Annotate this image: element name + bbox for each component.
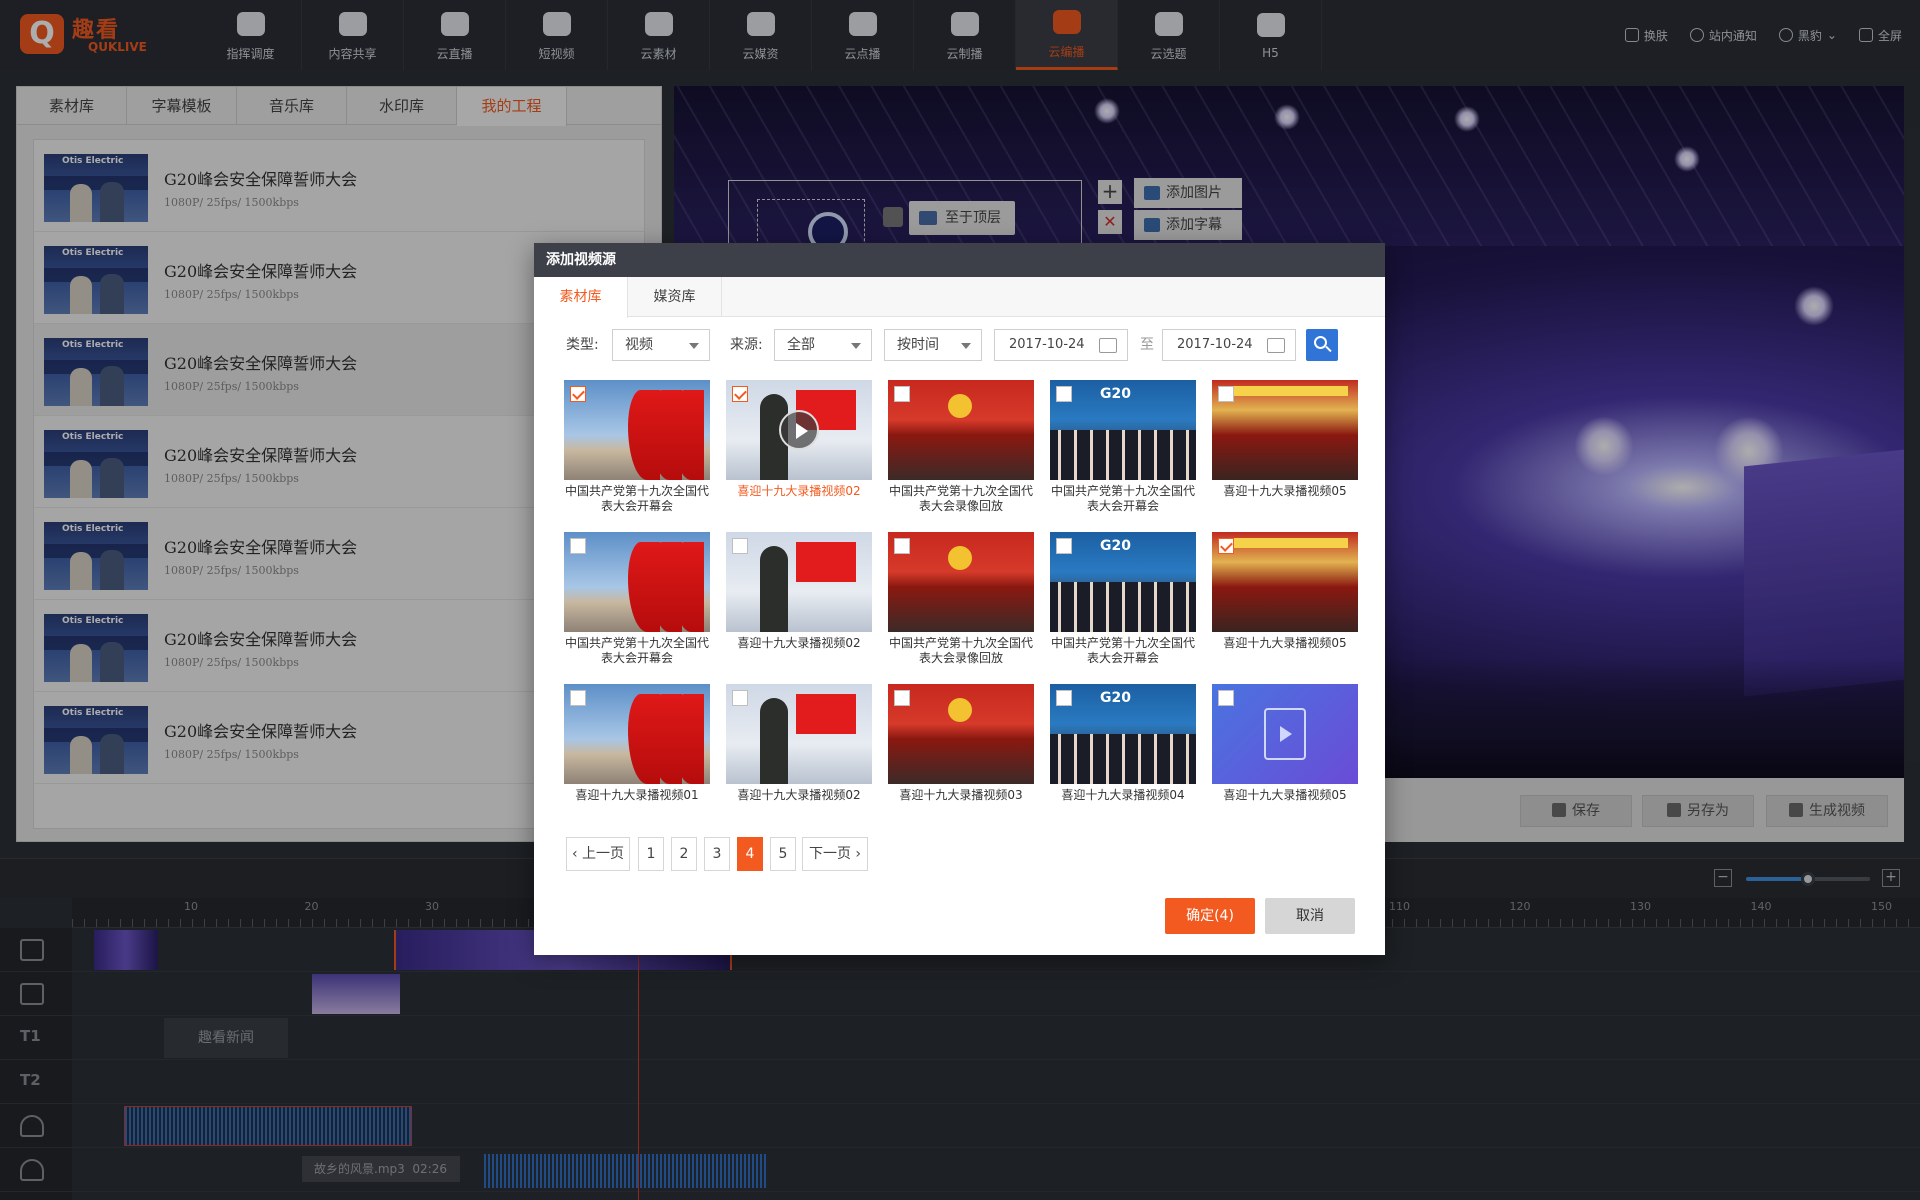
page-button[interactable]: 4 — [737, 837, 763, 871]
media-item-label: 中国共产党第十九次全国代表大会开幕会 — [564, 484, 709, 513]
media-item-checkbox[interactable] — [894, 690, 910, 706]
next-page-label: 下一页 — [808, 846, 851, 862]
media-item[interactable]: 喜迎十九大录播视频02 — [726, 684, 872, 832]
next-page-button[interactable]: 下一页 › — [802, 837, 868, 871]
media-item[interactable]: G20 喜迎十九大录播视频04 — [1050, 684, 1196, 832]
media-item-checkbox[interactable] — [732, 386, 748, 402]
media-item[interactable]: 喜迎十九大录播视频02 — [726, 532, 872, 680]
media-item[interactable]: 喜迎十九大录播视频05 — [1212, 380, 1358, 528]
page-button[interactable]: 5 — [770, 837, 796, 871]
type-select-value: 视频 — [625, 337, 653, 353]
date-from-value: 2017-10-24 — [1009, 337, 1085, 352]
source-select-value: 全部 — [787, 337, 815, 353]
media-item-label: 中国共产党第十九次全国代表大会开幕会 — [1050, 636, 1195, 665]
media-item-checkbox[interactable] — [732, 690, 748, 706]
date-from-input[interactable]: 2017-10-24 — [994, 329, 1128, 361]
media-item-checkbox[interactable] — [1218, 386, 1234, 402]
media-item-label: 喜迎十九大录播视频05 — [1223, 788, 1347, 802]
play-icon[interactable] — [779, 410, 819, 450]
confirm-button[interactable]: 确定(4) — [1165, 898, 1255, 934]
date-to-value: 2017-10-24 — [1177, 337, 1253, 352]
date-range-separator: 至 — [1140, 337, 1154, 353]
media-item-label: 喜迎十九大录播视频01 — [575, 788, 699, 802]
caret-down-icon — [961, 343, 971, 349]
source-select[interactable]: 全部 — [774, 329, 872, 361]
media-item[interactable]: G20 中国共产党第十九次全国代表大会开幕会 — [1050, 532, 1196, 680]
prev-page-label: 上一页 — [582, 846, 625, 862]
prev-page-button[interactable]: ‹ 上一页 — [566, 837, 630, 871]
media-item-checkbox[interactable] — [894, 538, 910, 554]
media-item-label: 中国共产党第十九次全国代表大会录像回放 — [888, 636, 1033, 665]
media-item[interactable]: 喜迎十九大录播视频05 — [1212, 684, 1358, 832]
media-item[interactable]: 喜迎十九大录播视频01 — [564, 684, 710, 832]
media-item-checkbox[interactable] — [1218, 538, 1234, 554]
page-button[interactable]: 2 — [671, 837, 697, 871]
media-item-checkbox[interactable] — [570, 386, 586, 402]
video-file-icon — [1264, 708, 1306, 760]
media-item-label: 中国共产党第十九次全国代表大会开幕会 — [564, 636, 709, 665]
media-item-checkbox[interactable] — [570, 538, 586, 554]
media-item-checkbox[interactable] — [1056, 386, 1072, 402]
media-item-label: 喜迎十九大录播视频02 — [737, 636, 861, 650]
sort-select[interactable]: 按时间 — [884, 329, 982, 361]
dialog-tabs: 素材库 媒资库 — [534, 277, 1385, 318]
media-item[interactable]: 喜迎十九大录播视频03 — [888, 684, 1034, 832]
media-item-label: 喜迎十九大录播视频05 — [1223, 484, 1347, 498]
media-item[interactable]: 中国共产党第十九次全国代表大会开幕会 — [564, 380, 710, 528]
filter-bar: 类型: 视频 来源: 全部 按时间 2017-10-24 至 2017-10-2… — [534, 329, 1385, 361]
media-item[interactable]: 中国共产党第十九次全国代表大会开幕会 — [564, 532, 710, 680]
media-item[interactable]: G20 中国共产党第十九次全国代表大会开幕会 — [1050, 380, 1196, 528]
media-item-checkbox[interactable] — [1218, 690, 1234, 706]
chevron-left-icon: ‹ — [571, 846, 583, 862]
media-item-label: 喜迎十九大录播视频02 — [737, 788, 861, 802]
media-item[interactable]: 喜迎十九大录播视频02 — [726, 380, 872, 528]
dialog-tab-1[interactable]: 媒资库 — [628, 277, 722, 317]
sort-select-value: 按时间 — [897, 337, 939, 353]
type-select[interactable]: 视频 — [612, 329, 710, 361]
page-button[interactable]: 3 — [704, 837, 730, 871]
media-item-label: 喜迎十九大录播视频03 — [899, 788, 1023, 802]
media-item-label: 喜迎十九大录播视频02 — [737, 484, 861, 498]
search-button[interactable] — [1306, 329, 1338, 361]
media-item-label: 中国共产党第十九次全国代表大会录像回放 — [888, 484, 1033, 513]
page-button[interactable]: 1 — [638, 837, 664, 871]
media-item[interactable]: 喜迎十九大录播视频05 — [1212, 532, 1358, 680]
dialog-title: 添加视频源 — [534, 243, 1385, 277]
type-label: 类型: — [566, 337, 599, 353]
media-item[interactable]: 中国共产党第十九次全国代表大会录像回放 — [888, 532, 1034, 680]
media-item-checkbox[interactable] — [894, 386, 910, 402]
calendar-icon — [1099, 338, 1117, 353]
media-item-checkbox[interactable] — [732, 538, 748, 554]
add-video-source-dialog: 添加视频源 素材库 媒资库 类型: 视频 来源: 全部 按时间 2017-10-2… — [534, 243, 1385, 955]
source-label: 来源: — [730, 337, 763, 353]
caret-down-icon — [689, 343, 699, 349]
dialog-tab-0[interactable]: 素材库 — [534, 277, 628, 318]
media-item[interactable]: 中国共产党第十九次全国代表大会录像回放 — [888, 380, 1034, 528]
media-item-checkbox[interactable] — [1056, 690, 1072, 706]
chevron-right-icon: › — [850, 846, 862, 862]
media-item-label: 中国共产党第十九次全国代表大会开幕会 — [1050, 484, 1195, 513]
media-item-label: 喜迎十九大录播视频04 — [1061, 788, 1185, 802]
cancel-button[interactable]: 取消 — [1265, 898, 1355, 934]
media-item-checkbox[interactable] — [1056, 538, 1072, 554]
caret-down-icon — [851, 343, 861, 349]
media-item-label: 喜迎十九大录播视频05 — [1223, 636, 1347, 650]
media-item-checkbox[interactable] — [570, 690, 586, 706]
calendar-icon — [1267, 338, 1285, 353]
date-to-input[interactable]: 2017-10-24 — [1162, 329, 1296, 361]
